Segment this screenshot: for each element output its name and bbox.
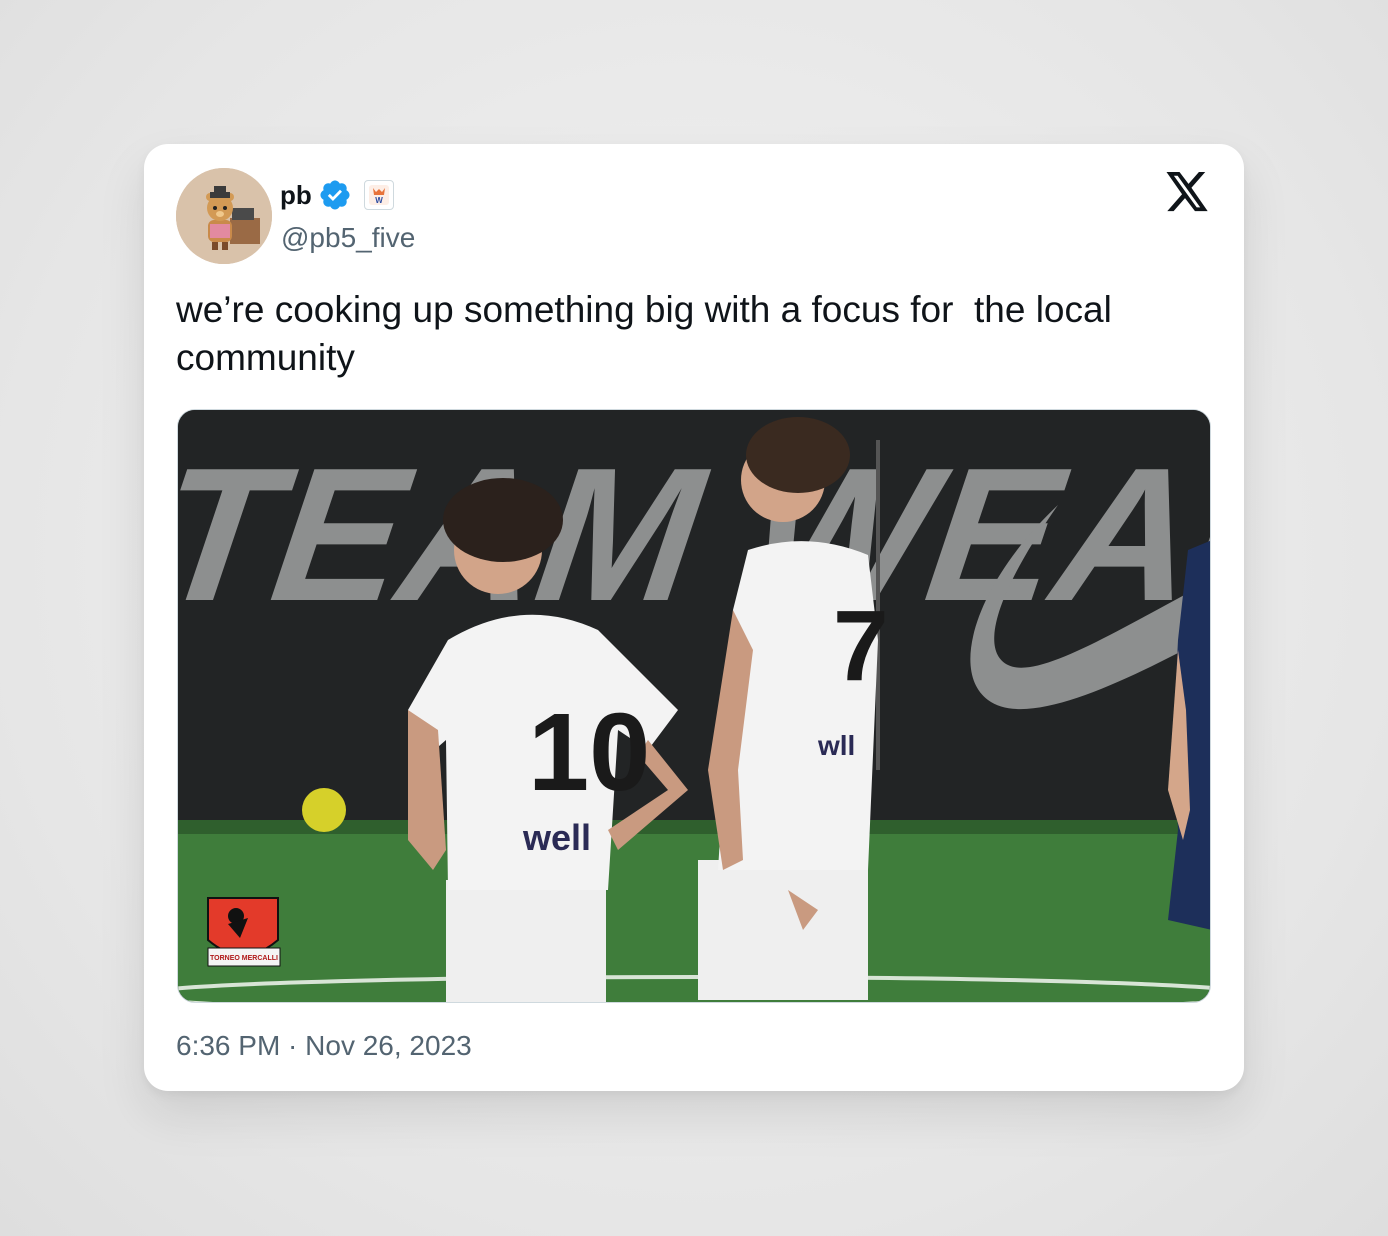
affiliate-badge-icon[interactable]: W <box>363 180 394 210</box>
svg-text:W: W <box>375 196 383 205</box>
watermark-logo: TORNEO MERCALLI <box>207 897 281 967</box>
tweet-timestamp[interactable]: 6:36 PM · Nov 26, 2023 <box>176 1028 472 1064</box>
verified-badge-icon <box>318 178 352 212</box>
sponsor-wll: wll <box>817 730 855 761</box>
banner-text: TEAM WEAR <box>178 429 1211 641</box>
jersey-number-10: 10 <box>528 691 650 814</box>
tweet-text: we’re cooking up something big with a fo… <box>176 289 1123 378</box>
sponsor-well: well <box>522 817 591 858</box>
x-logo-icon[interactable] <box>1164 172 1210 214</box>
team-wear-banner: TEAM WEAR <box>178 429 1211 641</box>
author-handle[interactable]: @pb5_five <box>281 220 415 256</box>
display-name[interactable]: pb <box>280 178 312 212</box>
tweet-media-image[interactable]: TEAM WEAR 10 well 7 wll TORNEO MERCALLI <box>177 409 1211 1003</box>
jersey-number-7: 7 <box>833 590 889 702</box>
tweet-card: pb W @pb5_five we’re cooking up somethin… <box>144 144 1244 1091</box>
author-name-row: pb W <box>280 178 394 212</box>
svg-text:TORNEO MERCALLI: TORNEO MERCALLI <box>210 955 278 962</box>
avatar[interactable] <box>176 168 272 264</box>
